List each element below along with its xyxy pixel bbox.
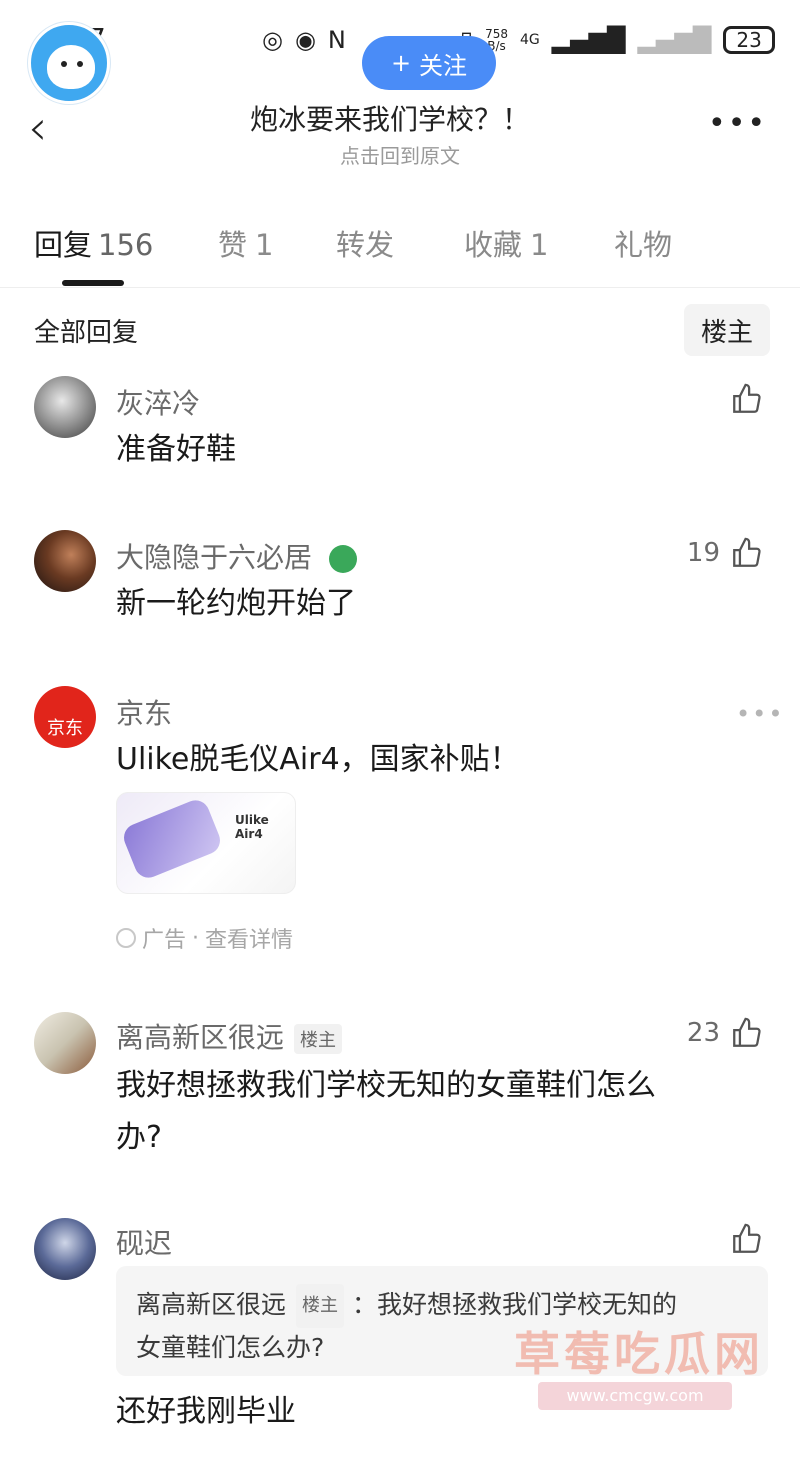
page-title[interactable]: 炮冰要来我们学校？！ [0, 98, 780, 138]
thumbs-up-icon [733, 537, 761, 567]
username[interactable]: 离高新区很远 楼主 [116, 1016, 343, 1056]
owner-badge: 楼主 [296, 1284, 345, 1328]
signal-icon-2: ▂▄▆█ [637, 26, 712, 54]
status-icons: ◎ ◉ N ▯ 758 B/s 4G ▂▄▆█ ▂▄▆█ 23 [262, 26, 775, 54]
username[interactable]: 京东 [116, 692, 172, 732]
follow-button[interactable]: + 关注 [362, 36, 496, 90]
owner-badge: 楼主 [294, 1024, 343, 1054]
ad-text[interactable]: Ulike脱毛仪Air4，国家补贴！ [116, 734, 736, 786]
like-button[interactable]: 19 [687, 536, 764, 570]
username[interactable]: 灰淬冷 [116, 382, 200, 422]
like-count: 23 [686, 1018, 720, 1048]
quoted-username: 离高新区很远 [136, 1290, 287, 1319]
ad-icon [116, 928, 136, 948]
watermark-url: www.cmcgw.com [538, 1382, 732, 1410]
avatar[interactable]: 京东 [34, 686, 96, 748]
thumbs-up-icon [733, 1017, 761, 1047]
tab-bar: 回复 156 赞1 转发 收藏 1 礼物 [0, 218, 800, 288]
ad-label: 广告 [142, 928, 187, 953]
signal-icon: ▂▄▆█ [551, 26, 626, 54]
tab-reposts[interactable]: 转发 [336, 222, 394, 264]
avatar[interactable] [34, 530, 96, 592]
avatar[interactable] [34, 1012, 96, 1074]
watermark: 草莓吃瓜网 [514, 1327, 764, 1381]
thumbs-up-icon [733, 383, 761, 413]
tab-replies[interactable]: 回复 156 [34, 222, 153, 264]
back-to-post-link[interactable]: 点击回到原文 [0, 140, 800, 169]
ad-details-link[interactable]: 查看详情 [205, 922, 293, 954]
battery-icon: 23 [723, 26, 775, 54]
eye-icon: ◉ [294, 26, 316, 54]
tab-gifts[interactable]: 礼物 [614, 222, 672, 264]
ad-meta: 广告 · 查看详情 [116, 922, 293, 954]
follow-label: 关注 [419, 51, 468, 80]
comment-text: 我好想拯救我们学校无知的女童鞋们怎么 办? [116, 1068, 656, 1155]
comment-text: 准备好鞋 [116, 432, 236, 467]
tab-likes[interactable]: 赞1 [218, 222, 273, 264]
avatar[interactable] [34, 376, 96, 438]
like-button[interactable] [730, 382, 764, 416]
owner-filter-button[interactable]: 楼主 [684, 304, 770, 356]
avatar[interactable] [34, 1218, 96, 1280]
username[interactable]: 大隐隐于六必居 [116, 536, 357, 576]
nav-bar: ‹ 炮冰要来我们学校？！ 点击回到原文 ••• [0, 92, 800, 172]
hd-icon: ◎ [262, 26, 283, 54]
username[interactable]: 砚迟 [116, 1222, 172, 1262]
like-count: 19 [686, 538, 720, 568]
tab-favorites[interactable]: 收藏 1 [464, 222, 548, 264]
network-type: 4G [519, 32, 540, 48]
active-tab-indicator [62, 280, 124, 286]
ad-more-icon[interactable]: ••• [736, 700, 784, 728]
like-button[interactable]: 23 [687, 1016, 764, 1050]
thumbs-up-icon [733, 1223, 761, 1253]
section-label: 全部回复 [34, 318, 139, 348]
nfc-icon: N [327, 26, 346, 54]
verified-badge-icon [328, 545, 357, 573]
more-options-icon[interactable]: ••• [708, 106, 767, 141]
plus-icon: + [390, 49, 412, 77]
comment-text: 新一轮约炮开始了 [116, 586, 356, 621]
like-button[interactable] [730, 1222, 764, 1256]
ad-image[interactable]: Ulike Air4 [116, 792, 296, 894]
